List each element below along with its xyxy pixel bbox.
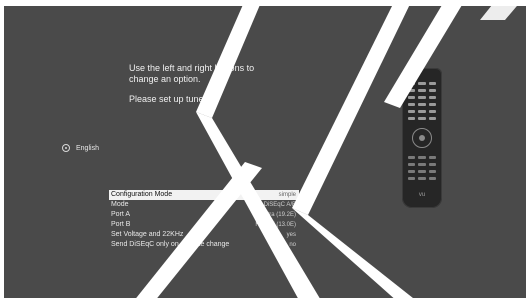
row-value: Hotbird (13.0E) [255,222,296,228]
instruction-line-2: change an option. [129,74,201,84]
language-label: English [76,144,99,152]
menu-row-diseqc[interactable]: Send DiSEqC only on satellite change no [109,240,299,250]
row-label: Set Voltage and 22KHz [111,231,184,238]
remote-logo: vu [418,192,426,198]
row-value: simple [278,192,296,198]
menu-row-port-b[interactable]: Port B Hotbird (13.0E) [109,220,299,230]
function-keys [408,156,436,180]
dpad-icon [412,128,432,148]
row-value: DiSEqC A/B [263,202,296,208]
menu-row-mode[interactable]: Mode DiSEqC A/B [109,200,299,210]
row-label: Port B [111,221,131,228]
remote-control-icon: vu [402,68,442,208]
row-label: Port A [111,211,131,218]
row-label: Configuration Mode [111,191,173,198]
language-option[interactable]: English [62,144,99,152]
row-value: Astra (19.2E) [260,212,296,218]
row-label: Send DiSEqC only on satellite change [111,241,230,248]
row-value: no [289,242,296,248]
instruction-line-1: Use the left and right buttons to [129,63,255,73]
tv-screen: Use the left and right buttons to change… [4,6,526,298]
menu-row-voltage[interactable]: Set Voltage and 22KHz yes [109,230,299,240]
wizard-instructions: Use the left and right buttons to change… [129,63,254,105]
instruction-tuner: Please set up tuner A [129,94,215,104]
tuner-config-menu: Configuration Mode simple Mode DiSEqC A/… [109,190,299,250]
radio-icon [62,144,70,152]
power-button-icon [406,73,411,76]
number-keys [408,82,436,120]
menu-row-port-a[interactable]: Port A Astra (19.2E) [109,210,299,220]
row-value: yes [286,232,296,238]
row-label: Mode [111,201,129,208]
menu-row-configuration-mode[interactable]: Configuration Mode simple [109,190,299,200]
